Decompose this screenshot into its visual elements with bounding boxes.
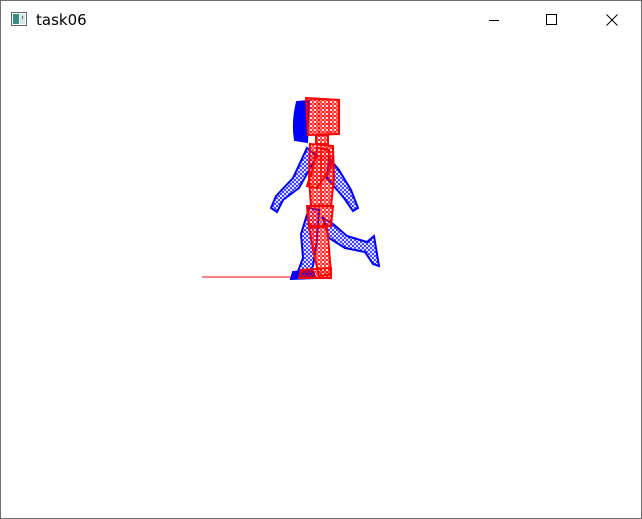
app-window-icon — [11, 12, 27, 26]
app-window: task06 — [0, 0, 642, 519]
maximize-icon — [546, 13, 558, 26]
maximize-button[interactable] — [523, 1, 581, 38]
close-icon — [606, 13, 618, 26]
minimize-button[interactable] — [465, 1, 523, 38]
render-canvas[interactable] — [1, 38, 641, 518]
robot-scene — [202, 96, 381, 281]
minimize-icon — [488, 14, 500, 26]
close-button[interactable] — [583, 1, 641, 38]
title-bar[interactable]: task06 — [1, 1, 641, 38]
window-title: task06 — [36, 11, 87, 29]
